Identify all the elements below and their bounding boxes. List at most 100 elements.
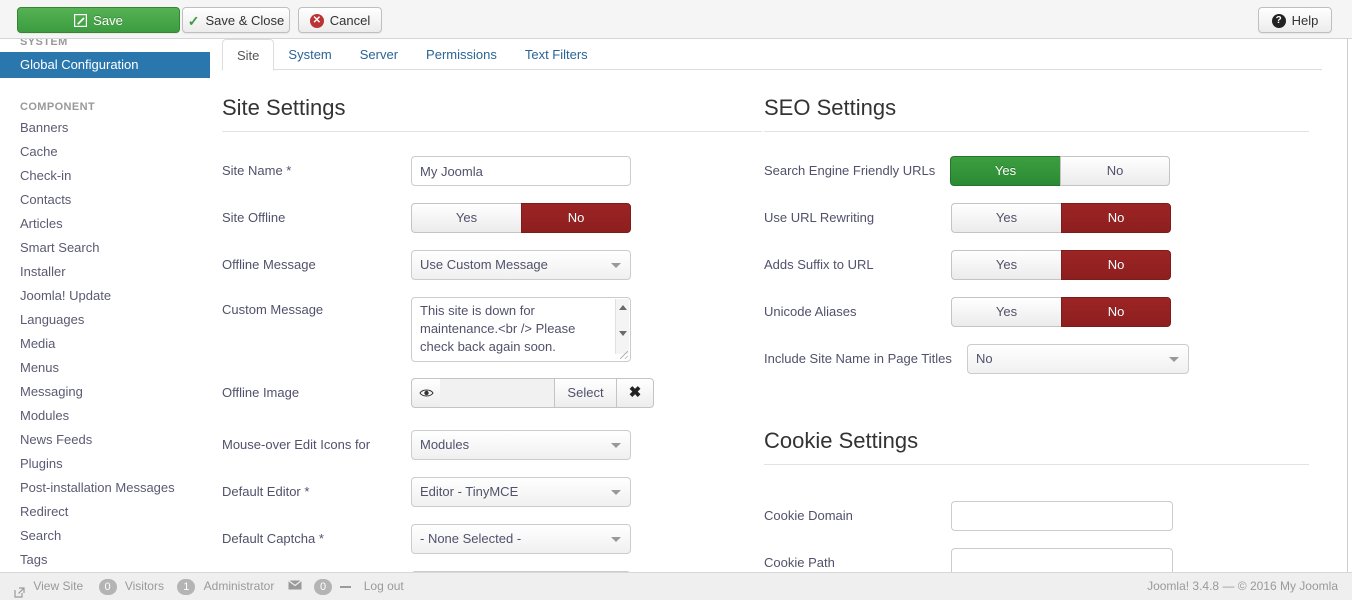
- right-edge-divider: [1347, 39, 1348, 572]
- sef-urls-yes-button[interactable]: Yes: [950, 156, 1060, 186]
- custom-message-wrapper: [411, 297, 631, 362]
- sidebar-heading-system: SYSTEM: [20, 39, 68, 48]
- label-site-name: Site Name *: [222, 163, 292, 178]
- help-button[interactable]: ? Help: [1258, 7, 1332, 33]
- sidebar-item-messaging[interactable]: Messaging: [0, 380, 210, 404]
- sidebar-item-plugins[interactable]: Plugins: [0, 452, 210, 476]
- unicode-aliases-no-button[interactable]: No: [1061, 297, 1171, 327]
- offline-message-select[interactable]: Use Custom Message: [411, 250, 631, 280]
- sidebar-item-contacts[interactable]: Contacts: [0, 188, 210, 212]
- site-offline-yes-button[interactable]: Yes: [411, 203, 521, 233]
- sidebar-item-installer[interactable]: Installer: [0, 260, 210, 284]
- joomla-admin-global-configuration: Save ✓ Save & Close ✕ Cancel ? Help SYSTEM …: [0, 0, 1352, 600]
- visitors-label: Visitors: [124, 579, 164, 594]
- cookie-path-input[interactable]: [951, 548, 1173, 572]
- label-offline-image: Offline Image: [222, 385, 300, 400]
- label-site-name-in-titles: Include Site Name in Page Titles: [764, 351, 952, 366]
- sidebar-item-post-installation-messages[interactable]: Post-installation Messages: [0, 476, 210, 500]
- sidebar-item-banners[interactable]: Banners: [0, 116, 210, 140]
- sidebar-item-languages[interactable]: Languages: [0, 308, 210, 332]
- save-and-close-button[interactable]: ✓ Save & Close: [182, 7, 290, 33]
- chevron-down-icon: [611, 263, 621, 268]
- sidebar-item-news-feeds[interactable]: News Feeds: [0, 428, 210, 452]
- sidebar-item-media[interactable]: Media: [0, 332, 210, 356]
- label-url-suffix: Adds Suffix to URL: [764, 257, 874, 272]
- custom-message-textarea[interactable]: [411, 297, 631, 362]
- textarea-resize-handle[interactable]: [620, 351, 628, 359]
- url-rewriting-no-button[interactable]: No: [1061, 203, 1171, 233]
- field-row-url-suffix: Adds Suffix to URL Yes No: [764, 250, 1309, 297]
- default-captcha-select[interactable]: - None Selected -: [411, 524, 631, 554]
- default-editor-select[interactable]: Editor - TinyMCE: [411, 477, 631, 507]
- sidebar-item-smart-search[interactable]: Smart Search: [0, 236, 210, 260]
- url-rewriting-yes-button[interactable]: Yes: [951, 203, 1061, 233]
- sidebar-item-menus[interactable]: Menus: [0, 356, 210, 380]
- field-row-unicode-aliases: Unicode Aliases Yes No: [764, 297, 1309, 344]
- url-suffix-yes-button[interactable]: Yes: [951, 250, 1061, 280]
- field-row-site-offline: Site Offline Yes No: [222, 203, 762, 250]
- visitors-badge: 0: [98, 578, 117, 595]
- site-name-in-titles-select[interactable]: No: [967, 344, 1189, 374]
- sidebar-item-joomla-update[interactable]: Joomla! Update: [0, 284, 210, 308]
- eye-icon[interactable]: [411, 378, 440, 408]
- label-site-offline: Site Offline: [222, 210, 286, 225]
- offline-image-clear-button[interactable]: ✖: [616, 378, 654, 408]
- view-site-link[interactable]: View Site: [33, 573, 83, 600]
- site-settings-title: Site Settings: [222, 94, 762, 132]
- label-default-editor: Default Editor *: [222, 484, 310, 499]
- site-offline-toggle: Yes No: [411, 203, 631, 233]
- cancel-button[interactable]: ✕ Cancel: [298, 7, 382, 33]
- status-bar-left: View Site 0 Visitors 1 Administrator 0 L…: [14, 573, 416, 600]
- tab-site[interactable]: Site: [222, 39, 275, 71]
- offline-image-input[interactable]: [440, 378, 554, 408]
- settings-columns: Site Settings Site Name * Site Offline Y…: [210, 70, 1352, 572]
- sidebar-item-articles[interactable]: Articles: [0, 212, 210, 236]
- tab-permissions[interactable]: Permissions: [412, 39, 511, 70]
- sef-urls-no-button[interactable]: No: [1060, 156, 1170, 186]
- sidebar-item-global-configuration[interactable]: Global Configuration: [0, 52, 210, 78]
- external-link-icon: [14, 581, 25, 598]
- label-url-rewriting: Use URL Rewriting: [764, 210, 875, 225]
- envelope-icon[interactable]: [287, 573, 302, 600]
- sidebar-item-check-in[interactable]: Check-in: [0, 164, 210, 188]
- field-row-sef-urls: Search Engine Friendly URLs Yes No: [764, 156, 1309, 203]
- label-default-captcha: Default Captcha *: [222, 531, 324, 546]
- offline-image-field: Select ✖: [411, 378, 654, 408]
- sidebar-item-redirect[interactable]: Redirect: [0, 500, 210, 524]
- custom-message-scrollbar[interactable]: [615, 299, 629, 354]
- tab-system[interactable]: System: [274, 39, 345, 70]
- unicode-aliases-yes-button[interactable]: Yes: [951, 297, 1061, 327]
- save-button[interactable]: Save: [17, 7, 180, 33]
- offline-message-select-value: Use Custom Message: [420, 257, 548, 272]
- url-suffix-toggle: Yes No: [951, 250, 1171, 280]
- scroll-up-arrow-icon[interactable]: [619, 305, 627, 310]
- field-row-default-captcha: Default Captcha * - None Selected -: [222, 524, 762, 571]
- mouseover-edit-icons-select[interactable]: Modules: [411, 430, 631, 460]
- default-captcha-select-value: - None Selected -: [420, 531, 522, 546]
- sidebar: SYSTEM Global Configuration COMPONENT Ba…: [0, 39, 210, 572]
- seo-settings-title: SEO Settings: [764, 94, 1309, 132]
- tab-server[interactable]: Server: [346, 39, 412, 70]
- field-row-default-editor: Default Editor * Editor - TinyMCE: [222, 477, 762, 524]
- content-area: Site System Server Permissions Text Filt…: [210, 39, 1352, 572]
- cookie-domain-input[interactable]: [951, 501, 1173, 531]
- sidebar-item-search[interactable]: Search: [0, 524, 210, 548]
- sidebar-item-modules[interactable]: Modules: [0, 404, 210, 428]
- field-row-url-rewriting: Use URL Rewriting Yes No: [764, 203, 1309, 250]
- sidebar-item-tags[interactable]: Tags: [0, 548, 210, 572]
- sidebar-item-cache[interactable]: Cache: [0, 140, 210, 164]
- unicode-aliases-toggle: Yes No: [951, 297, 1171, 327]
- footer-copyright: Joomla! 3.4.8 — © 2016 My Joomla: [1147, 579, 1338, 593]
- site-offline-no-button[interactable]: No: [521, 203, 631, 233]
- logout-link[interactable]: Log out: [364, 573, 404, 600]
- site-settings-panel: Site Settings Site Name * Site Offline Y…: [222, 70, 762, 572]
- help-button-label: Help: [1291, 12, 1319, 28]
- label-cookie-path: Cookie Path: [764, 555, 835, 570]
- site-name-input[interactable]: [411, 156, 631, 186]
- toolbar: Save ✓ Save & Close ✕ Cancel ? Help: [0, 0, 1352, 39]
- url-suffix-no-button[interactable]: No: [1061, 250, 1171, 280]
- scroll-down-arrow-icon[interactable]: [619, 331, 627, 336]
- field-row-site-name-in-titles: Include Site Name in Page Titles No: [764, 344, 1309, 391]
- offline-image-select-button[interactable]: Select: [554, 378, 616, 408]
- tab-text-filters[interactable]: Text Filters: [511, 39, 602, 70]
